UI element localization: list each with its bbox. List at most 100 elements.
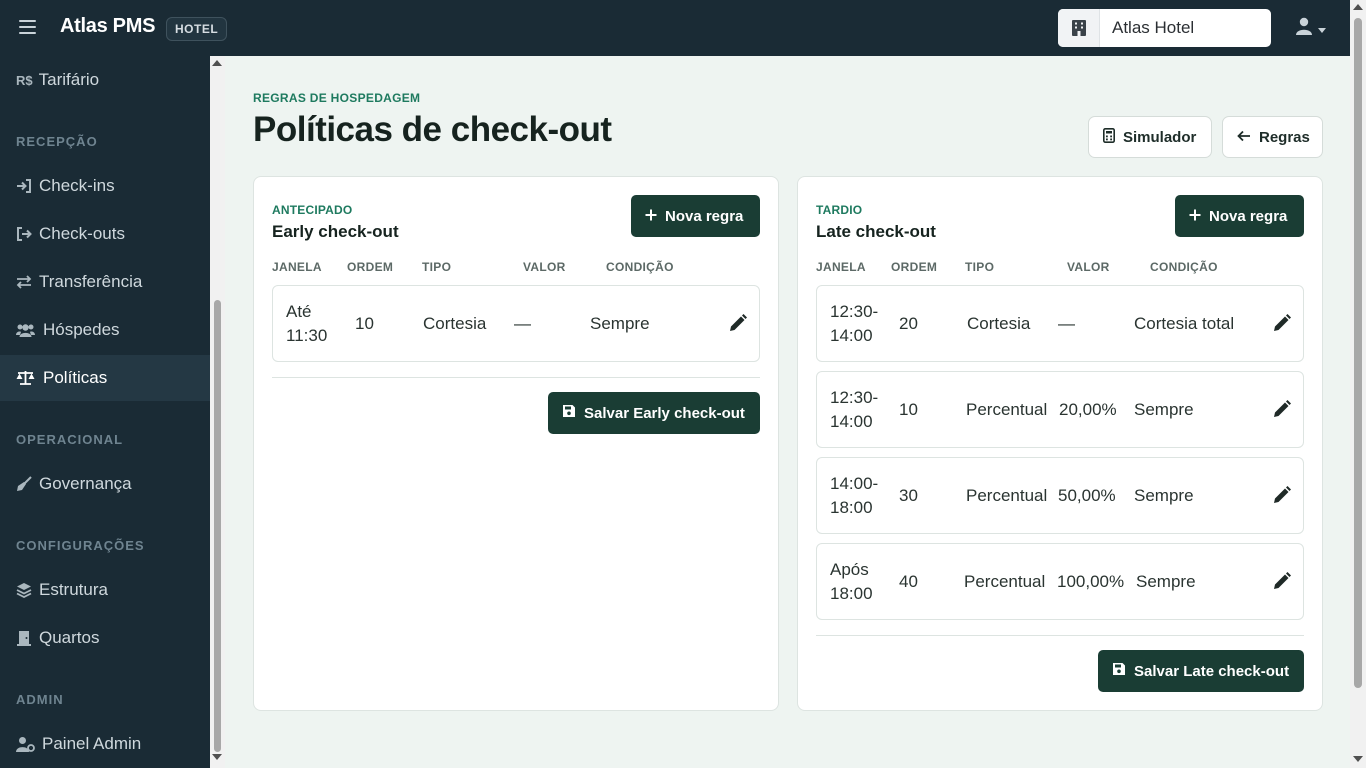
sidebar-item-estrutura[interactable]: Estrutura: [0, 567, 210, 613]
sidebar-scroll-down-icon[interactable]: [212, 754, 222, 760]
late-divider: [816, 635, 1304, 636]
sidebar-item-governanca[interactable]: Governança: [0, 461, 210, 507]
sidebar-item-label: Hóspedes: [43, 320, 120, 339]
early-title: Early check-out: [272, 222, 399, 241]
late-save-button[interactable]: Salvar Late check-out: [1098, 650, 1304, 692]
rule-order: 40: [899, 572, 918, 591]
rule-order: 30: [899, 486, 918, 505]
late-col-ordem: ORDEM: [891, 260, 938, 274]
rule-window: 12:30- 14:00: [830, 302, 879, 345]
sidebar-scrollbar-thumb[interactable]: [214, 300, 221, 752]
menu-toggle-icon[interactable]: [19, 20, 36, 34]
late-rule-row[interactable]: 12:30- 14:00 10 Percentual 20,00% Sempre: [816, 371, 1304, 448]
simulator-button-label: Simulador: [1123, 128, 1197, 146]
sidebar-item-hospedes[interactable]: Hóspedes: [0, 307, 210, 353]
sidebar-item-label: Tarifário: [38, 70, 100, 89]
sidebar-item-politicas[interactable]: Políticas: [0, 355, 210, 401]
rules-back-button[interactable]: Regras: [1222, 116, 1323, 158]
sign-out-icon: [16, 226, 32, 242]
early-col-tipo: TIPO: [422, 260, 452, 274]
late-col-valor: VALOR: [1067, 260, 1110, 274]
late-rule-row[interactable]: Após 18:00 40 Percentual 100,00% Sempre: [816, 543, 1304, 620]
rule-value: —: [514, 314, 531, 333]
late-rule-row[interactable]: 14:00- 18:00 30 Percentual 50,00% Sempre: [816, 457, 1304, 534]
late-new-rule-button[interactable]: Nova regra: [1175, 195, 1304, 237]
early-save-button[interactable]: Salvar Early check-out: [548, 392, 760, 434]
sign-in-icon: [16, 178, 32, 194]
sidebar-scroll-up-icon[interactable]: [212, 60, 222, 66]
rule-condition: Sempre: [1134, 486, 1194, 505]
rule-order: 10: [899, 400, 918, 419]
rule-value: 20,00%: [1059, 400, 1117, 419]
caret-down-icon: [1318, 20, 1326, 38]
late-eyebrow: TARDIO: [816, 203, 863, 217]
early-divider: [272, 377, 760, 378]
hotel-select-value: Atlas Hotel: [1112, 18, 1195, 37]
page-scroll-down-icon[interactable]: [1353, 756, 1363, 762]
sidebar-item-label: Governança: [39, 474, 132, 493]
page-scrollbar-thumb[interactable]: [1354, 18, 1362, 688]
late-save-label: Salvar Late check-out: [1134, 662, 1290, 680]
user-menu[interactable]: [1296, 17, 1326, 40]
sidebar-item-check-outs[interactable]: Check-outs: [0, 211, 210, 257]
rule-order: 10: [355, 314, 374, 333]
rule-type: Percentual: [964, 572, 1046, 591]
sidebar-section-operacional: OPERACIONAL: [16, 432, 124, 447]
rule-value: 50,00%: [1058, 486, 1116, 505]
sidebar-item-painel-admin[interactable]: Painel Admin: [0, 721, 210, 767]
sidebar: R$ Tarifário RECEPÇÃO Check-ins Check-ou…: [0, 56, 210, 768]
rule-type: Cortesia: [967, 314, 1031, 333]
rule-condition: Sempre: [1136, 572, 1196, 591]
rule-condition: Cortesia total: [1134, 314, 1235, 333]
sidebar-section-configuracoes: CONFIGURAÇÕES: [16, 538, 145, 553]
early-eyebrow: ANTECIPADO: [272, 203, 353, 217]
late-checkout-card: TARDIO Late check-out Nova regra JANELA …: [797, 176, 1323, 711]
pencil-icon[interactable]: [1273, 400, 1291, 418]
sidebar-item-tarifario[interactable]: R$ Tarifário: [0, 57, 210, 103]
sidebar-item-label: Estrutura: [39, 580, 108, 599]
sidebar-item-check-ins[interactable]: Check-ins: [0, 163, 210, 209]
scale-icon: [16, 370, 35, 386]
sidebar-item-label: Check-outs: [39, 224, 125, 243]
pencil-icon[interactable]: [1273, 486, 1291, 504]
early-rule-row[interactable]: Até 11:30 10 Cortesia — Sempre: [272, 285, 760, 362]
layers-icon: [16, 582, 32, 598]
plus-icon: [645, 208, 657, 225]
sidebar-item-label: Painel Admin: [42, 734, 142, 753]
page-eyebrow: REGRAS DE HOSPEDAGEM: [253, 91, 421, 105]
users-icon: [16, 322, 35, 338]
user-gear-icon: [16, 736, 35, 752]
rule-window: 12:30- 14:00: [830, 388, 879, 431]
pencil-icon[interactable]: [1273, 314, 1291, 332]
early-new-rule-button[interactable]: Nova regra: [631, 195, 760, 237]
simulator-button[interactable]: Simulador: [1088, 116, 1212, 158]
page-scroll-up-icon[interactable]: [1353, 4, 1363, 10]
brand-name[interactable]: Atlas PMS: [60, 15, 155, 38]
sidebar-item-label: Check-ins: [39, 176, 115, 195]
sidebar-item-transferencia[interactable]: Transferência: [0, 259, 210, 305]
pencil-icon[interactable]: [729, 314, 747, 332]
hotel-select[interactable]: Atlas Hotel: [1058, 9, 1271, 47]
late-col-tipo: TIPO: [965, 260, 995, 274]
sidebar-item-quartos[interactable]: Quartos: [0, 615, 210, 661]
rule-window: Após 18:00: [830, 560, 873, 603]
rule-window: 14:00- 18:00: [830, 474, 879, 517]
rule-type: Cortesia: [423, 314, 487, 333]
plus-icon: [1189, 208, 1201, 225]
save-icon: [1112, 662, 1126, 680]
rule-condition: Sempre: [1134, 400, 1194, 419]
early-col-janela: JANELA: [272, 260, 322, 274]
pencil-icon[interactable]: [1273, 572, 1291, 590]
early-col-ordem: ORDEM: [347, 260, 394, 274]
broom-icon: [16, 476, 32, 492]
calculator-icon: [1103, 127, 1115, 147]
early-save-label: Salvar Early check-out: [584, 404, 745, 422]
late-col-janela: JANELA: [816, 260, 866, 274]
building-icon: [1058, 9, 1100, 47]
top-bar: Atlas PMS HOTEL Atlas Hotel: [0, 0, 1350, 56]
early-col-condicao: CONDIÇÃO: [606, 260, 674, 274]
sidebar-section-recepcao: RECEPÇÃO: [16, 134, 98, 149]
early-new-rule-label: Nova regra: [665, 207, 744, 225]
early-col-valor: VALOR: [523, 260, 566, 274]
late-rule-row[interactable]: 12:30- 14:00 20 Cortesia — Cortesia total: [816, 285, 1304, 362]
